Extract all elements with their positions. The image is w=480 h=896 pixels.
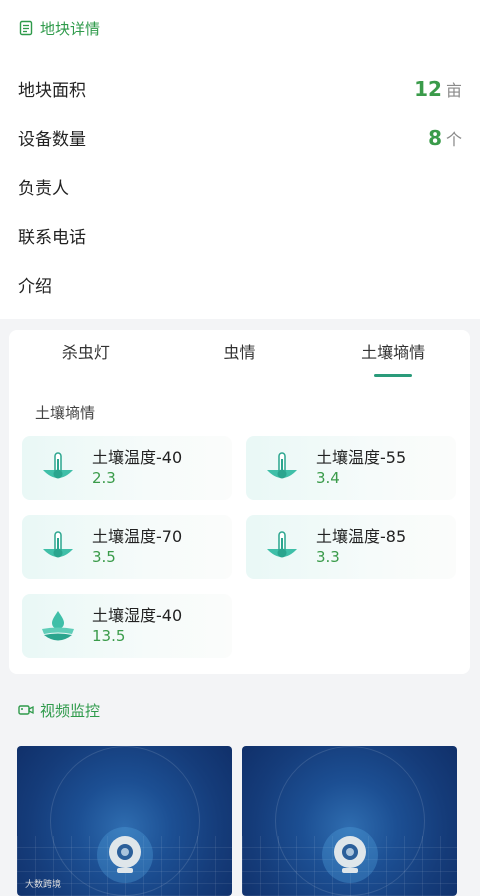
sensor-name: 土壤温度-40 (92, 448, 183, 467)
tab-bar: 杀虫灯 虫情 土壤墒情 (9, 330, 470, 380)
document-icon (18, 20, 34, 36)
video-section-header: 视频监控 (0, 686, 480, 734)
video-feed-2[interactable] (242, 746, 457, 896)
sensor-value: 3.5 (92, 548, 116, 566)
device-tabs-card: 杀虫灯 虫情 土壤墒情 土壤墒情 土壤温度-40 2.3 土壤温度-55 3.4 (9, 330, 470, 674)
plot-details-header: 地块详情 (0, 0, 480, 56)
info-row-intro: 介绍 (0, 260, 480, 309)
soil-thermometer-icon (264, 450, 300, 486)
soil-thermometer-icon (264, 529, 300, 565)
sensor-card[interactable]: 土壤温度-40 2.3 (22, 436, 232, 500)
soil-section-title: 土壤墒情 (35, 404, 96, 422)
info-label: 负责人 (18, 179, 69, 199)
video-feed-1[interactable]: 大数跨境 (17, 746, 232, 896)
info-label: 联系电话 (18, 228, 86, 248)
info-row-owner: 负责人 (0, 162, 480, 211)
info-value: 12 (414, 76, 442, 101)
sensor-value: 3.3 (316, 548, 340, 566)
sensor-card[interactable]: 土壤温度-70 3.5 (22, 515, 232, 579)
info-row-phone: 联系电话 (0, 211, 480, 260)
sensor-card[interactable]: 土壤湿度-40 13.5 (22, 594, 232, 658)
info-label: 介绍 (18, 277, 52, 297)
video-camera-icon (18, 702, 34, 718)
sensor-card[interactable]: 土壤温度-85 3.3 (246, 515, 456, 579)
video-section-title: 视频监控 (40, 701, 101, 720)
plot-details-card: 地块详情 地块面积 12 亩 设备数量 8个 负责人 联系电话 介绍 (0, 0, 480, 319)
sensor-value: 13.5 (92, 627, 126, 645)
sensor-name: 土壤温度-85 (316, 527, 407, 546)
video-section: 视频监控 (0, 686, 480, 734)
info-label: 设备数量 (18, 130, 86, 150)
sensor-value: 3.4 (316, 469, 340, 487)
sensor-value: 2.3 (92, 469, 116, 487)
tab-pest-situation[interactable]: 虫情 (163, 330, 317, 380)
tab-soil-moisture[interactable]: 土壤墒情 (316, 330, 470, 380)
sensor-card[interactable]: 土壤温度-55 3.4 (246, 436, 456, 500)
soil-moisture-icon (40, 608, 76, 644)
info-value: 8 (428, 125, 442, 150)
info-label: 地块面积 (18, 81, 86, 101)
plot-details-title: 地块详情 (40, 19, 101, 38)
tab-insect-lamp[interactable]: 杀虫灯 (9, 330, 163, 380)
info-row-device-count: 设备数量 8个 (0, 113, 480, 162)
soil-thermometer-icon (40, 529, 76, 565)
info-unit: 亩 (445, 80, 462, 100)
sensor-name: 土壤湿度-40 (92, 606, 183, 625)
webcam-icon (96, 826, 154, 884)
webcam-icon (321, 826, 379, 884)
info-unit: 个 (445, 129, 462, 149)
watermark: 大数跨境 (25, 880, 62, 890)
sensor-name: 土壤温度-55 (316, 448, 407, 467)
info-row-area: 地块面积 12 亩 (0, 64, 480, 113)
soil-thermometer-icon (40, 450, 76, 486)
sensor-name: 土壤温度-70 (92, 527, 183, 546)
